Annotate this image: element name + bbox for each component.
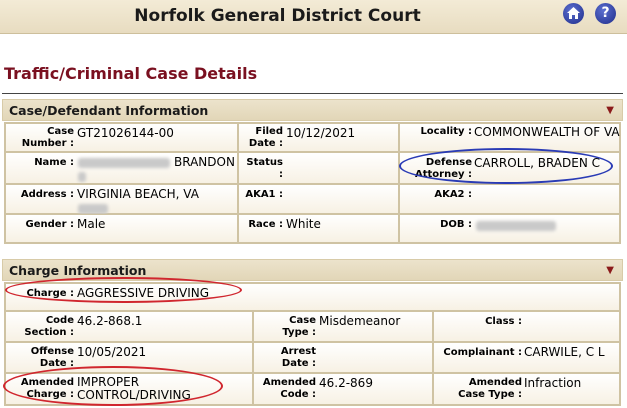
locality-value: COMMONWEALTH OF VA [474,125,620,139]
charge-cell: Charge : AGGRESSIVE DRIVING [5,283,620,311]
status-label: Status : [246,157,283,180]
aka1-cell: AKA1 : [238,184,399,214]
arrest-date-cell: Arrest Date : [253,342,433,373]
complainant-value: CARWILE, C L [524,345,605,359]
gender-cell: Gender : Male [5,214,238,243]
name-cell: Name : BRANDON [5,152,238,184]
amended-charge-value: IMPROPER CONTROL/DRIVING [77,375,191,402]
aka2-cell: AKA2 : [399,184,620,214]
amended-code-cell: Amended Code : 46.2-869 [253,373,433,405]
filed-date-value: 10/12/2021 [286,126,356,140]
case-defendant-grid: Case Number : GT21026144-00 Filed Date : 1… [4,122,621,244]
redacted-surname [78,158,170,168]
name-label: Name : [34,157,74,168]
name-value: BRANDON [174,155,235,169]
section-title: Charge Information [9,263,147,278]
defense-attorney-label: Defense Attorney : [414,157,472,180]
locality-cell: Locality : COMMONWEALTH OF VA [399,123,620,152]
class-label: Class : [485,316,522,327]
case-defendant-section-header[interactable]: Case/Defendant Information ▼ [2,99,623,121]
charge-grid: Charge : AGGRESSIVE DRIVING Code Section … [4,282,621,406]
case-number-cell: Case Number : GT21026144-00 [5,123,238,152]
race-cell: Race : White [238,214,399,243]
home-glyph [567,7,580,19]
court-title: Norfolk General District Court [134,6,421,26]
case-number-label: Case Number : [21,126,74,149]
locality-label: Locality : [420,126,472,137]
collapse-triangle-icon[interactable]: ▼ [606,105,614,116]
code-section-cell: Code Section : 46.2-868.1 [5,311,253,342]
complainant-cell: Complainant : CARWILE, C L [433,342,620,373]
help-icon[interactable]: ? [595,3,616,24]
filed-date-label: Filed Date : [248,126,283,149]
case-type-cell: Case Type : Misdemeanor [253,311,433,342]
race-label: Race : [248,219,283,230]
offense-date-value: 10/05/2021 [77,345,147,359]
address-value: VIRGINIA BEACH, VA [77,187,199,201]
defense-attorney-value: CARROLL, BRADEN C [474,156,600,170]
section-title: Case/Defendant Information [9,103,209,118]
redacted-zip [78,204,108,214]
amended-case-type-cell: Amended Case Type : Infraction [433,373,620,405]
arrest-date-label: Arrest Date : [280,346,316,369]
offense-date-cell: Offense Date : 10/05/2021 [5,342,253,373]
gender-label: Gender : [25,219,74,230]
complainant-label: Complainant : [443,347,522,358]
amended-case-type-value: Infraction [524,376,582,390]
page-title: Traffic/Criminal Case Details [4,64,258,83]
aka1-label: AKA1 : [245,189,283,200]
defense-attorney-cell: Defense Attorney : CARROLL, BRADEN C [399,152,620,184]
code-section-value: 46.2-868.1 [77,314,143,328]
title-divider [2,93,623,94]
offense-date-label: Offense Date : [30,346,74,369]
charge-value: AGGRESSIVE DRIVING [77,286,210,300]
amended-charge-label: Amended Charge : [20,377,74,400]
code-section-label: Code Section : [24,315,74,338]
amended-case-type-label: Amended Case Type : [458,377,522,400]
amended-code-label: Amended Code : [262,377,316,400]
race-value: White [286,217,321,231]
home-icon[interactable] [563,3,584,24]
dob-label: DOB : [440,219,472,230]
class-cell: Class : [433,311,620,342]
dob-cell: DOB : [399,214,620,243]
court-header-bar: Norfolk General District Court ? [0,0,627,34]
redacted-dob [476,221,556,231]
charge-section-header[interactable]: Charge Information ▼ [2,259,623,281]
address-label: Address : [20,189,74,200]
amended-charge-cell: Amended Charge : IMPROPER CONTROL/DRIVING [5,373,253,405]
case-type-label: Case Type : [282,315,316,338]
collapse-triangle-icon[interactable]: ▼ [606,265,614,276]
case-type-value: Misdemeanor [319,314,401,328]
redacted-initial [78,172,86,182]
amended-code-value: 46.2-869 [319,376,373,390]
case-number-value: GT21026144-00 [77,126,174,140]
address-cell: Address : VIRGINIA BEACH, VA [5,184,238,214]
status-cell: Status : [238,152,399,184]
charge-label: Charge : [26,288,74,299]
aka2-label: AKA2 : [434,189,472,200]
filed-date-cell: Filed Date : 10/12/2021 [238,123,399,152]
gender-value: Male [77,217,106,231]
